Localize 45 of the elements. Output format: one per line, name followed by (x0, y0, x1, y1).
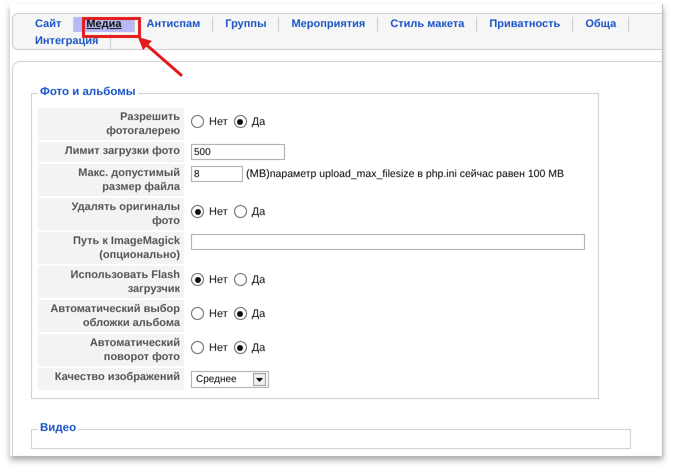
tab[interactable]: Приватность (477, 17, 574, 32)
fieldset-legend: Видео (38, 422, 78, 434)
radio-label[interactable]: Нет (209, 274, 228, 286)
radio-button[interactable] (191, 307, 204, 320)
radio-button[interactable] (191, 205, 204, 218)
radio-button[interactable] (191, 115, 204, 128)
radio-label[interactable]: Да (252, 308, 266, 320)
quality-dropdown[interactable]: Среднее (191, 371, 269, 388)
tab[interactable]: Обща (573, 17, 630, 32)
radio-label[interactable]: Да (252, 206, 266, 218)
highlight-rectangle (82, 17, 141, 38)
tab[interactable]: Антиспам (134, 17, 214, 32)
field-label: Использовать Flash загрузчик (38, 266, 184, 298)
field-label: Автоматический поворот фото (38, 334, 184, 366)
radio-button[interactable] (191, 341, 204, 354)
tab[interactable]: Стиль макета (378, 17, 478, 32)
field-label: Макс. допустимый размер файла (38, 164, 184, 196)
tab[interactable]: Группы (213, 17, 280, 32)
input-field[interactable] (191, 234, 585, 250)
radio-button[interactable] (234, 205, 247, 218)
radio-button[interactable] (234, 341, 247, 354)
radio-label[interactable]: Нет (209, 308, 228, 320)
field-label: Лимит загрузки фото (38, 142, 184, 162)
field-label: Автоматический выбор обложки альбома (38, 300, 184, 332)
unit-label: (MB) (246, 168, 270, 180)
field-label: Качество изображений (38, 368, 184, 390)
input-field[interactable]: 500 (191, 144, 285, 160)
radio-button[interactable] (234, 273, 247, 286)
radio-label[interactable]: Нет (209, 342, 228, 354)
hint-text: параметр upload_max_filesize в php.ini сейчас равен 100 MB (270, 168, 564, 180)
field-label: Удалять оригиналы фото (38, 198, 184, 230)
field-label: Путь к ImageMagick (опционально) (38, 232, 184, 264)
tab[interactable]: Интеграция (25, 34, 112, 49)
radio-label[interactable]: Да (252, 342, 266, 354)
radio-label[interactable]: Да (252, 116, 266, 128)
radio-button[interactable] (234, 115, 247, 128)
fieldset-legend: Фото и альбомы (38, 86, 138, 98)
radio-label[interactable]: Нет (209, 206, 228, 218)
tab[interactable]: Мероприятия (279, 17, 378, 32)
radio-button[interactable] (191, 273, 204, 286)
radio-button[interactable] (234, 307, 247, 320)
radio-label[interactable]: Нет (209, 116, 228, 128)
input-field[interactable]: 8 (191, 166, 243, 182)
field-label: Разрешить фотогалерею (38, 108, 184, 140)
radio-label[interactable]: Да (252, 274, 266, 286)
